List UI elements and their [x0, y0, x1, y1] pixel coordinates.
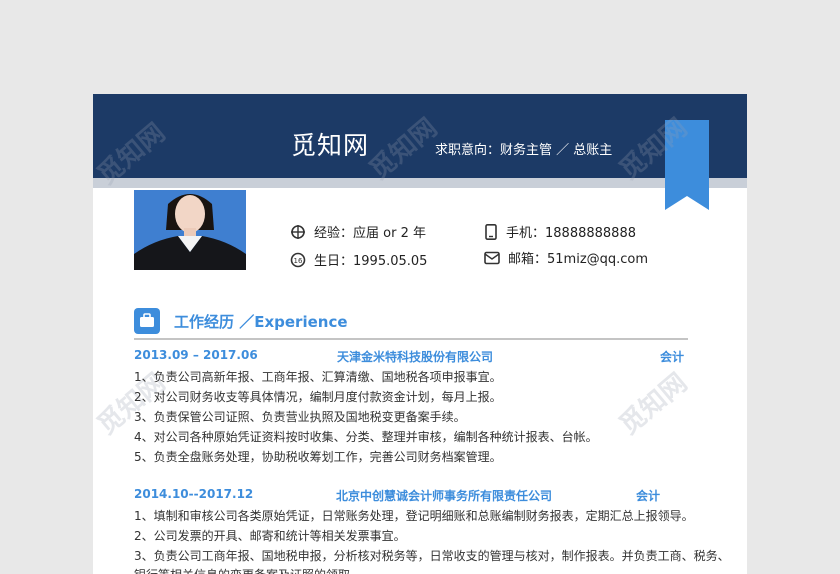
job-2-duty: 1、填制和审核公司各类原始凭证，日常账务处理，登记明细账和总账编制财务报表，定期… [134, 509, 694, 523]
job-1-period: 2013.09 – 2017.06 [134, 348, 258, 362]
job-2-company: 北京中创慧诚会计师事务所有限责任公司 [336, 489, 553, 503]
phone-info: 手机：18888888888 [484, 222, 636, 241]
job-intent: 求职意向：财务主管 ／ 总账主 [435, 143, 613, 158]
birthday-text: 生日：1995.05.05 [314, 254, 428, 269]
email-text: 邮箱：51miz@qq.com [508, 252, 649, 267]
portrait-icon [134, 190, 246, 270]
job-1-duty: 5、负责全盘账务处理，协助税收筹划工作，完善公司财务档案管理。 [134, 450, 502, 464]
experience-text: 经验：应届 or 2 年 [314, 226, 426, 241]
phone-icon [485, 223, 497, 240]
email-icon [484, 251, 500, 264]
birthday-icon: 16 [290, 252, 306, 267]
resume-page: 觅知网 求职意向：财务主管 ／ 总账主 觅知网 觅知网 觅知网 觅知网 觅知网 … [93, 94, 747, 574]
svg-text:16: 16 [294, 257, 303, 265]
birthday-info: 16 生日：1995.05.05 [290, 250, 427, 269]
section-title: 工作经历 ／Experience [174, 313, 348, 331]
job-1-duty: 1、负责公司高新年报、工商年报、汇算清缴、国地税各项申报事宜。 [134, 370, 502, 384]
target-icon [291, 224, 305, 239]
job-2-duty: 银行等相关信息的变更备案及证照的领取 [134, 566, 350, 574]
job-2-duty: 3、负责公司工商年报、国地税申报，分析核对税务等，日常收支的管理与核对，制作报表… [134, 549, 730, 563]
job-2-period: 2014.10--2017.12 [134, 487, 254, 501]
briefcase-icon [134, 308, 160, 334]
job-1-duty: 4、对公司各种原始凭证资料按时收集、分类、整理并审核，编制各种统计报表、台帐。 [134, 430, 598, 444]
job-1-role: 会计 [660, 350, 685, 364]
brand-name: 觅知网 [291, 131, 370, 160]
job-1-company: 天津金米特科技股份有限公司 [337, 350, 494, 364]
job-2-role: 会计 [636, 489, 661, 503]
experience-info: 经验：应届 or 2 年 [290, 222, 426, 241]
job-1-duty: 3、负责保管公司证照、负责营业执照及国地税变更备案手续。 [134, 410, 466, 424]
avatar [134, 190, 246, 270]
email-info: 邮箱：51miz@qq.com [484, 248, 648, 267]
phone-text: 手机：18888888888 [506, 226, 636, 241]
watermark: 觅知网 [614, 367, 694, 441]
job-2-duty: 2、公司发票的开具、邮寄和统计等相关发票事宜。 [134, 529, 406, 543]
header-stripe [93, 178, 747, 188]
section-header: 工作经历 ／Experience [134, 308, 688, 340]
job-1-duty: 2、对公司财务收支等具体情况，编制月度付款资金计划，每月上报。 [134, 390, 502, 404]
